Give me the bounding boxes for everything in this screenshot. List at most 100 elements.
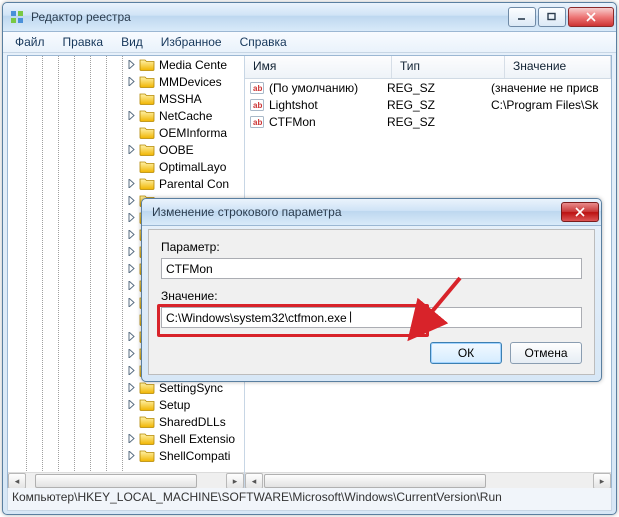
tree-item[interactable]: OEMInforma bbox=[126, 124, 244, 141]
expander-icon[interactable] bbox=[126, 246, 137, 257]
expander-icon[interactable] bbox=[126, 76, 137, 87]
value-type: REG_SZ bbox=[379, 81, 483, 95]
tree-item-label: MSSHA bbox=[159, 92, 202, 106]
expander-icon[interactable] bbox=[126, 450, 137, 461]
expander-none bbox=[126, 93, 137, 104]
menu-fav[interactable]: Избранное bbox=[153, 33, 230, 51]
value-name: CTFMon bbox=[269, 115, 316, 129]
expander-icon[interactable] bbox=[126, 263, 137, 274]
scroll-left-button[interactable]: ◂ bbox=[8, 473, 26, 489]
folder-icon bbox=[139, 92, 155, 105]
tree-item-label: Media Cente bbox=[159, 58, 227, 72]
folder-icon bbox=[139, 109, 155, 122]
tree-guide-lines bbox=[8, 56, 128, 473]
string-value-icon bbox=[249, 80, 265, 96]
expander-icon[interactable] bbox=[126, 59, 137, 70]
folder-icon bbox=[139, 143, 155, 156]
expander-icon[interactable] bbox=[126, 195, 137, 206]
tree-item-label: SettingSync bbox=[159, 381, 223, 395]
tree-item[interactable]: ShellCompati bbox=[126, 447, 244, 464]
expander-icon[interactable] bbox=[126, 229, 137, 240]
tree-item-label: OEMInforma bbox=[159, 126, 227, 140]
tree-item-label: ShellCompati bbox=[159, 449, 230, 463]
list-row[interactable]: LightshotREG_SZC:\Program Files\Sk bbox=[245, 96, 611, 113]
scroll-right-button[interactable]: ▸ bbox=[593, 473, 611, 489]
scroll-thumb[interactable] bbox=[264, 474, 486, 488]
expander-icon[interactable] bbox=[126, 212, 137, 223]
tree-item[interactable]: MSSHA bbox=[126, 90, 244, 107]
expander-none bbox=[126, 127, 137, 138]
menu-edit[interactable]: Правка bbox=[55, 33, 112, 51]
minimize-button[interactable] bbox=[508, 7, 536, 27]
expander-icon[interactable] bbox=[126, 348, 137, 359]
list-hscroll[interactable]: ◂ ▸ bbox=[245, 472, 611, 489]
param-label: Параметр: bbox=[161, 240, 582, 254]
menu-file[interactable]: Файл bbox=[7, 33, 53, 51]
close-button[interactable] bbox=[568, 7, 614, 27]
tree-item[interactable]: MMDevices bbox=[126, 73, 244, 90]
scroll-left-button[interactable]: ◂ bbox=[245, 473, 263, 489]
tree-item-label: OptimalLayo bbox=[159, 160, 226, 174]
folder-icon bbox=[139, 160, 155, 173]
tree-item[interactable]: NetCache bbox=[126, 107, 244, 124]
maximize-button[interactable] bbox=[538, 7, 566, 27]
regedit-icon bbox=[9, 9, 25, 25]
folder-icon bbox=[139, 126, 155, 139]
tree-item-label: Parental Con bbox=[159, 177, 229, 191]
folder-icon bbox=[139, 58, 155, 71]
expander-icon[interactable] bbox=[126, 365, 137, 376]
tree-hscroll[interactable]: ◂ ▸ bbox=[8, 472, 244, 489]
dialog-titlebar[interactable]: Изменение строкового параметра bbox=[142, 199, 601, 226]
expander-icon[interactable] bbox=[126, 178, 137, 189]
tree-item-label: Shell Extensio bbox=[159, 432, 235, 446]
tree-item[interactable]: Parental Con bbox=[126, 175, 244, 192]
folder-icon bbox=[139, 177, 155, 190]
expander-icon[interactable] bbox=[126, 382, 137, 393]
expander-icon[interactable] bbox=[126, 399, 137, 410]
folder-icon bbox=[139, 415, 155, 428]
tree-item[interactable]: SharedDLLs bbox=[126, 413, 244, 430]
expander-icon[interactable] bbox=[126, 433, 137, 444]
titlebar[interactable]: Редактор реестра bbox=[3, 3, 616, 32]
col-value[interactable]: Значение bbox=[505, 56, 611, 78]
value-data: C:\Program Files\Sk bbox=[483, 98, 611, 112]
expander-none bbox=[126, 416, 137, 427]
string-value-icon bbox=[249, 97, 265, 113]
ok-button[interactable]: ОК bbox=[430, 342, 502, 364]
list-row[interactable]: CTFMon REG_SZ bbox=[245, 113, 611, 130]
expander-icon[interactable] bbox=[126, 280, 137, 291]
value-name: Lightshot bbox=[269, 98, 318, 112]
value-type: REG_SZ bbox=[379, 115, 483, 129]
tree-item[interactable]: Shell Extensio bbox=[126, 430, 244, 447]
expander-icon[interactable] bbox=[126, 144, 137, 155]
dialog-close-button[interactable] bbox=[561, 202, 599, 222]
menu-help[interactable]: Справка bbox=[232, 33, 295, 51]
tree-item[interactable]: Setup bbox=[126, 396, 244, 413]
tree-item-label: MMDevices bbox=[159, 75, 222, 89]
tree-item-label: Setup bbox=[159, 398, 190, 412]
edit-string-dialog: Изменение строкового параметра Параметр:… bbox=[141, 198, 602, 382]
expander-icon[interactable] bbox=[126, 110, 137, 121]
tree-item[interactable]: OptimalLayo bbox=[126, 158, 244, 175]
menu-view[interactable]: Вид bbox=[113, 33, 151, 51]
scroll-right-button[interactable]: ▸ bbox=[226, 473, 244, 489]
expander-icon[interactable] bbox=[126, 297, 137, 308]
col-type[interactable]: Тип bbox=[392, 56, 505, 78]
tree-item-label: SharedDLLs bbox=[159, 415, 226, 429]
expander-icon[interactable] bbox=[126, 331, 137, 342]
scroll-thumb[interactable] bbox=[35, 474, 197, 488]
window-title: Редактор реестра bbox=[31, 10, 508, 24]
folder-icon bbox=[139, 75, 155, 88]
list-row[interactable]: (По умолчанию)REG_SZ(значение не присв bbox=[245, 79, 611, 96]
tree-item[interactable]: Media Cente bbox=[126, 56, 244, 73]
col-name[interactable]: Имя bbox=[245, 56, 392, 78]
folder-icon bbox=[139, 449, 155, 462]
cancel-button[interactable]: Отмена bbox=[510, 342, 582, 364]
tree-item[interactable]: OOBE bbox=[126, 141, 244, 158]
value-name: (По умолчанию) bbox=[269, 81, 358, 95]
value-label: Значение: bbox=[161, 289, 582, 303]
dialog-body: Параметр: Значение: | ОК Отмена bbox=[148, 229, 595, 375]
menubar: Файл Правка Вид Избранное Справка bbox=[3, 32, 616, 53]
list-header[interactable]: Имя Тип Значение bbox=[245, 56, 611, 79]
value-input[interactable] bbox=[161, 307, 582, 328]
